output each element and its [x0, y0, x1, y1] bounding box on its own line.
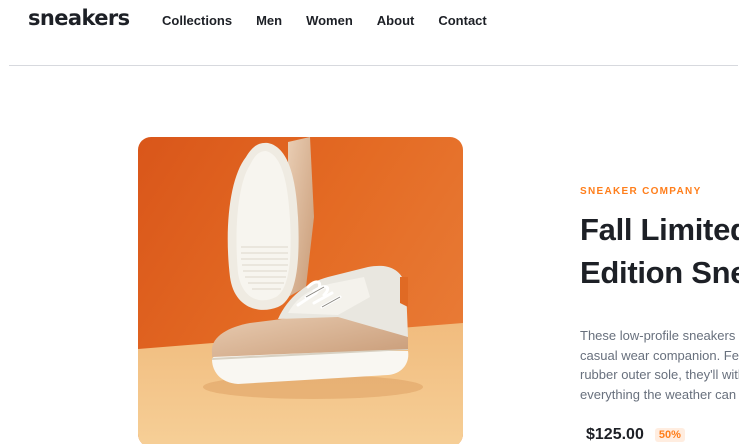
nav-about[interactable]: About [377, 13, 415, 28]
nav-contact[interactable]: Contact [438, 13, 486, 28]
product-title: Fall Limited Edition Sneakers [580, 208, 739, 294]
company-label: SNEAKER COMPANY [580, 186, 702, 197]
main-nav: Collections Men Women About Contact [162, 13, 512, 28]
sneaker-product-photo [138, 137, 463, 444]
nav-collections[interactable]: Collections [162, 13, 232, 28]
description-line: casual wear companion. Featuring a durab… [580, 347, 739, 363]
product-page: sneakers Collections Men Women About Con… [0, 0, 739, 444]
product-image[interactable] [138, 137, 463, 444]
product-title-line: Fall Limited [580, 212, 739, 247]
price-row: $125.00 50% [586, 426, 685, 444]
description-line: everything the weather can offer. [580, 386, 739, 402]
product-title-line: Edition Sneakers [580, 255, 739, 290]
nav-women[interactable]: Women [306, 13, 353, 28]
product-description: These low-profile sneakers are your perf… [580, 326, 739, 404]
description-line: These low-profile sneakers are your perf… [580, 328, 739, 343]
description-line: rubber outer sole, they'll withstand [580, 367, 739, 382]
price: $125.00 [586, 426, 644, 443]
site-header: sneakers Collections Men Women About Con… [9, 0, 738, 66]
discount-badge: 50% [654, 428, 685, 442]
nav-men[interactable]: Men [256, 13, 282, 28]
logo[interactable]: sneakers [28, 6, 130, 30]
